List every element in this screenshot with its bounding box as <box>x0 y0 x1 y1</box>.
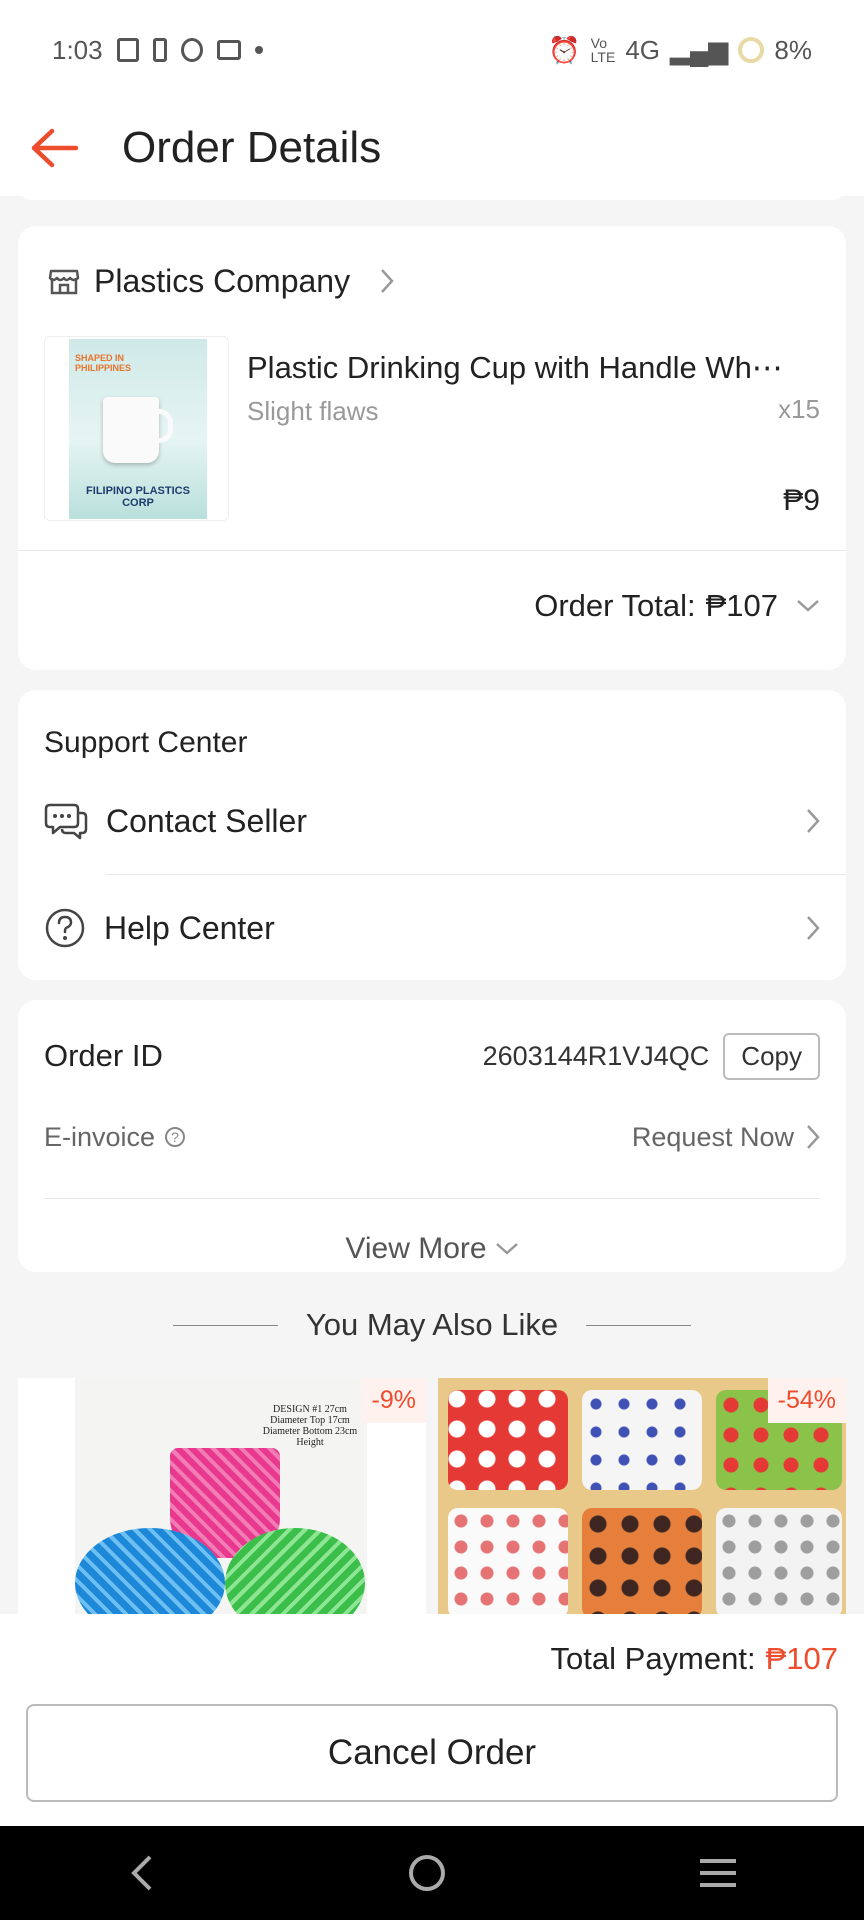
help-center-label: Help Center <box>104 909 275 946</box>
back-arrow-icon <box>31 128 79 168</box>
chevron-right-icon <box>807 809 820 833</box>
total-payment-row: Total Payment: ₱107 <box>0 1614 864 1704</box>
view-more-label: View More <box>345 1232 487 1265</box>
bottom-action-bar: Total Payment: ₱107 Cancel Order <box>0 1614 864 1826</box>
page-title: Order Details <box>122 123 382 172</box>
shop-row[interactable]: Plastics Company <box>18 226 846 336</box>
more-notifications-icon <box>254 46 263 54</box>
order-id-value: 2603144R1VJ4QC <box>482 1040 710 1071</box>
battery-icon <box>152 38 167 62</box>
chevron-down-icon <box>495 1243 518 1255</box>
order-total-label: Order Total: <box>534 588 696 623</box>
order-item-card: Plastics Company SHAPED IN PHILIPPINES F… <box>18 226 846 670</box>
einvoice-row[interactable]: E-invoice ? Request Now <box>18 1112 846 1162</box>
chevron-right-icon <box>807 916 820 940</box>
battery-ring-icon <box>738 37 765 63</box>
app-header: Order Details <box>0 100 864 196</box>
recommendation-card[interactable]: DESIGN #1 27cm Diameter Top 17cm Diamete… <box>18 1378 426 1614</box>
order-id-row: Order ID 2603144R1VJ4QC Copy <box>18 1000 846 1112</box>
system-nav-bar <box>0 1826 864 1920</box>
product-image-text-top: SHAPED IN PHILIPPINES <box>75 353 132 373</box>
product-image: SHAPED IN PHILIPPINES FILIPINO PLASTICS … <box>44 336 229 521</box>
chevron-right-icon <box>807 1125 820 1149</box>
help-center-row[interactable]: Help Center <box>18 875 846 981</box>
shop-name: Plastics Company <box>94 262 351 299</box>
product-row[interactable]: SHAPED IN PHILIPPINES FILIPINO PLASTICS … <box>18 336 846 526</box>
recommendation-card[interactable]: -54% <box>438 1378 846 1614</box>
product-image: DESIGN #1 27cm Diameter Top 17cm Diamete… <box>75 1378 367 1614</box>
orange-pajama-graphic <box>582 1508 702 1614</box>
product-quantity: x15 <box>778 394 820 424</box>
help-icon <box>45 908 85 948</box>
product-info: Plastic Drinking Cup with Handle Wh⋯ Sli… <box>247 336 820 526</box>
order-id-label: Order ID <box>44 1038 163 1073</box>
product-image-caption: DESIGN #1 27cm Diameter Top 17cm Diamete… <box>262 1404 358 1448</box>
total-payment-value: ₱107 <box>765 1641 838 1676</box>
order-total-row[interactable]: Order Total: ₱107 <box>18 551 846 661</box>
app-notification-icon <box>180 38 203 62</box>
shop-icon <box>48 269 80 295</box>
back-button[interactable] <box>0 100 110 196</box>
support-title: Support Center <box>44 726 248 759</box>
view-more-button[interactable]: View More <box>18 1199 846 1299</box>
order-total-value: ₱107 <box>705 588 778 623</box>
einvoice-label: E-invoice <box>44 1121 156 1152</box>
product-variation: Slight flaws <box>247 396 379 426</box>
calendar-icon <box>216 40 241 60</box>
discount-badge: -9% <box>361 1378 426 1423</box>
chat-icon <box>44 803 88 840</box>
status-time: 1:03 <box>52 34 103 65</box>
recommendations-header: You May Also Like <box>0 1300 864 1350</box>
nav-menu-icon[interactable] <box>698 1856 738 1890</box>
chevron-down-icon <box>797 600 819 612</box>
chevron-right-icon <box>381 269 394 293</box>
total-payment-label: Total Payment: <box>550 1641 756 1676</box>
request-now-link[interactable]: Request Now <box>632 1122 794 1153</box>
battery-saver-icon <box>116 38 139 62</box>
support-card: Support Center Contact Seller Help Cente… <box>18 690 846 980</box>
order-info-card: Order ID 2603144R1VJ4QC Copy E-invoice ?… <box>18 1000 846 1272</box>
mug-graphic <box>103 397 159 463</box>
discount-badge: -54% <box>767 1378 846 1423</box>
nav-home-icon[interactable] <box>407 1853 447 1893</box>
signal-icon: ▂▄▆ <box>670 34 729 65</box>
white-pajama-graphic <box>582 1390 702 1490</box>
divider <box>586 1324 692 1326</box>
red-pajama-graphic <box>448 1390 568 1490</box>
status-bar: 1:03 ⏰ Vo LTE 4G ▂▄▆ 8% <box>0 0 864 100</box>
product-price: ₱9 <box>783 484 820 517</box>
divider <box>172 1324 278 1326</box>
info-icon[interactable]: ? <box>165 1127 186 1147</box>
copy-button[interactable]: Copy <box>723 1032 820 1080</box>
battery-percent: 8% <box>774 34 812 65</box>
product-image-text-bottom: FILIPINO PLASTICS CORP <box>86 485 190 509</box>
nav-back-icon[interactable] <box>126 1853 156 1893</box>
contact-seller-label: Contact Seller <box>106 802 307 839</box>
contact-seller-row[interactable]: Contact Seller <box>18 768 846 874</box>
grey-pajama-graphic <box>716 1508 842 1614</box>
cancel-order-button[interactable]: Cancel Order <box>26 1704 838 1802</box>
recommendations-title: You May Also Like <box>305 1307 559 1342</box>
alarm-icon: ⏰ <box>548 34 581 65</box>
product-name: Plastic Drinking Cup with Handle Wh⋯ <box>247 350 783 385</box>
pink-pajama-graphic <box>448 1508 568 1614</box>
volte-icon: Vo LTE <box>590 35 616 65</box>
network-type: 4G <box>625 34 660 65</box>
previous-card-edge <box>18 186 846 200</box>
